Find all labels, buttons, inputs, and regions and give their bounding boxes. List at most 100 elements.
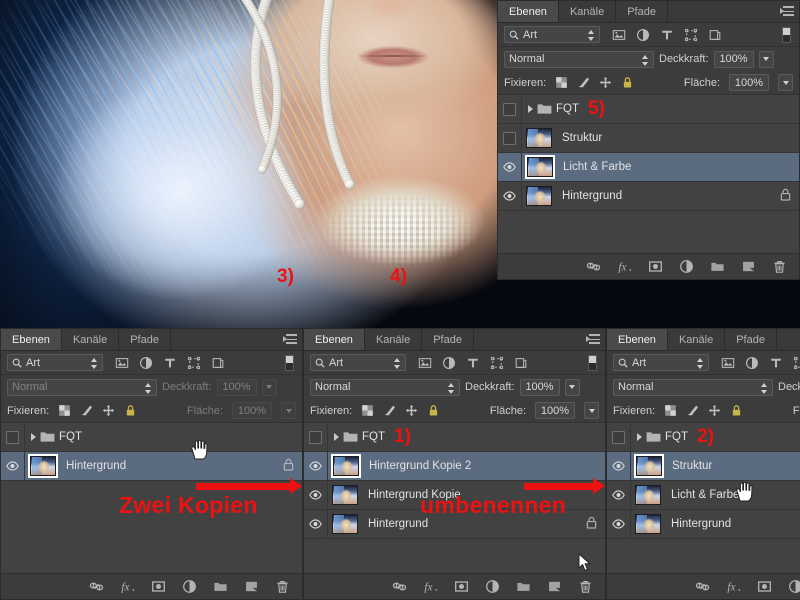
- tab-pfade[interactable]: Pfade: [119, 329, 171, 350]
- layer-thumbnail[interactable]: [332, 514, 358, 534]
- eye-visibility-icon[interactable]: [309, 490, 322, 500]
- lock-all-icon[interactable]: [427, 404, 440, 417]
- lock-all-icon[interactable]: [621, 76, 634, 89]
- eye-visibility-icon[interactable]: [6, 461, 19, 471]
- layer-filter-row[interactable]: Art: [607, 351, 800, 375]
- delete-layer-icon[interactable]: [275, 579, 290, 594]
- filter-kind-stepper[interactable]: [697, 358, 704, 369]
- group-expand-twisty[interactable]: [334, 433, 339, 441]
- eye-visibility-icon[interactable]: [309, 519, 322, 529]
- pixel-layer-icon[interactable]: [721, 356, 735, 370]
- lock-all-icon[interactable]: [124, 404, 137, 417]
- filter-type-icons[interactable]: [612, 28, 722, 42]
- opacity-value[interactable]: 100%: [216, 378, 257, 396]
- layer-visibility-cell[interactable]: [304, 481, 328, 509]
- panel-tabbar[interactable]: Ebenen Kanäle Pfade: [1, 329, 302, 351]
- panel-menu-icon[interactable]: [780, 6, 794, 17]
- panel-tabbar[interactable]: Ebenen Kanäle Pfade: [607, 329, 800, 351]
- panel-tabbar[interactable]: Ebenen Kanäle Pfade: [304, 329, 605, 351]
- layer-visibility-cell[interactable]: [607, 452, 631, 480]
- layer-mask-icon[interactable]: [757, 579, 772, 594]
- layer-row[interactable]: Struktur: [498, 124, 799, 153]
- layer-row[interactable]: Licht & Farbe: [607, 481, 800, 510]
- fill-dropdown-button[interactable]: [778, 74, 793, 91]
- layer-thumbnail[interactable]: [526, 186, 552, 206]
- filter-enable-toggle[interactable]: [782, 26, 791, 43]
- lock-transparency-icon[interactable]: [555, 76, 568, 89]
- layer-list[interactable]: FQT 1) Hintergrund Kopie 2 Hintergrund Kopi…: [304, 423, 605, 539]
- layer-style-fx-icon[interactable]: fx: [617, 259, 632, 274]
- smart-object-icon[interactable]: [514, 356, 528, 370]
- layer-thumbnail[interactable]: [527, 157, 553, 177]
- lock-image-icon[interactable]: [80, 404, 93, 417]
- lock-transparency-icon[interactable]: [664, 404, 677, 417]
- group-expand-twisty[interactable]: [528, 105, 533, 113]
- layer-visibility-cell[interactable]: [304, 423, 328, 451]
- eye-visibility-icon[interactable]: [503, 162, 516, 172]
- tab-kanaele[interactable]: Kanäle: [364, 329, 423, 350]
- fill-dropdown-button[interactable]: [584, 402, 599, 419]
- lock-transparency-icon[interactable]: [361, 404, 374, 417]
- blend-mode-stepper[interactable]: [145, 382, 152, 394]
- tab-kanaele[interactable]: Kanäle: [558, 1, 617, 22]
- fill-value[interactable]: 100%: [535, 402, 575, 419]
- pixel-layer-icon[interactable]: [612, 28, 626, 42]
- link-layers-icon[interactable]: [392, 579, 407, 594]
- layer-filter-row[interactable]: Art: [498, 23, 799, 47]
- adjustment-layer-icon[interactable]: [485, 579, 500, 594]
- eye-visibility-empty[interactable]: [612, 430, 625, 444]
- lock-transparency-icon[interactable]: [58, 404, 71, 417]
- filter-type-icons[interactable]: [115, 356, 225, 370]
- lock-position-icon[interactable]: [599, 76, 612, 89]
- lock-position-icon[interactable]: [708, 404, 721, 417]
- layer-visibility-cell[interactable]: [607, 481, 631, 509]
- lock-all-icon[interactable]: [730, 404, 743, 417]
- opacity-value[interactable]: 100%: [519, 378, 560, 396]
- layer-visibility-cell[interactable]: [498, 182, 522, 210]
- opacity-dropdown-button[interactable]: [758, 50, 774, 68]
- type-layer-icon[interactable]: [660, 28, 674, 42]
- layer-row[interactable]: Hintergrund: [1, 452, 302, 481]
- adjustment-layer-icon[interactable]: [636, 28, 650, 42]
- eye-visibility-icon[interactable]: [612, 519, 625, 529]
- layers-panel-bottom-middle[interactable]: Ebenen Kanäle Pfade Art Normal Deckkraft:…: [303, 328, 606, 600]
- lock-fill-row[interactable]: Fixieren:Fläche:100%: [607, 399, 800, 423]
- layer-visibility-cell[interactable]: [607, 423, 631, 451]
- tab-ebenen[interactable]: Ebenen: [304, 329, 365, 350]
- lock-fill-row[interactable]: Fixieren:Fläche:100%: [304, 399, 605, 423]
- tab-ebenen[interactable]: Ebenen: [607, 329, 668, 350]
- layer-style-fx-icon[interactable]: fx: [423, 579, 438, 594]
- layer-row[interactable]: Hintergrund: [607, 510, 800, 539]
- filter-type-icons[interactable]: [721, 356, 800, 370]
- blend-mode-select[interactable]: Normal: [7, 378, 157, 396]
- layer-list[interactable]: FQT Hintergrund: [1, 423, 302, 481]
- delete-layer-icon[interactable]: [772, 259, 787, 274]
- layer-visibility-cell[interactable]: [607, 510, 631, 538]
- blend-opacity-row[interactable]: Normal Deckkraft: 100%: [498, 47, 799, 71]
- smart-object-icon[interactable]: [708, 28, 722, 42]
- layer-filter-row[interactable]: Art: [1, 351, 302, 375]
- layer-visibility-cell[interactable]: [1, 452, 25, 480]
- group-expand-twisty[interactable]: [31, 433, 36, 441]
- adjustment-layer-icon[interactable]: [788, 579, 800, 594]
- fill-value[interactable]: 100%: [232, 402, 272, 419]
- adjustment-layer-icon[interactable]: [679, 259, 694, 274]
- fill-dropdown-button[interactable]: [281, 402, 296, 419]
- eye-visibility-icon[interactable]: [503, 191, 516, 201]
- tab-kanaele[interactable]: Kanäle: [667, 329, 726, 350]
- layers-panel-footer[interactable]: fx: [498, 253, 799, 279]
- new-group-icon[interactable]: [710, 259, 725, 274]
- layer-row[interactable]: FQT 5): [498, 95, 799, 124]
- layer-mask-icon[interactable]: [151, 579, 166, 594]
- eye-visibility-empty[interactable]: [309, 430, 322, 444]
- layer-thumbnail[interactable]: [635, 485, 661, 505]
- opacity-dropdown-button[interactable]: [261, 378, 277, 396]
- blend-mode-stepper[interactable]: [642, 54, 649, 66]
- layers-panel-footer[interactable]: fx: [1, 573, 302, 599]
- tab-pfade[interactable]: Pfade: [725, 329, 777, 350]
- layer-visibility-cell[interactable]: [304, 510, 328, 538]
- new-group-icon[interactable]: [516, 579, 531, 594]
- layer-filter-row[interactable]: Art: [304, 351, 605, 375]
- shape-layer-icon[interactable]: [490, 356, 504, 370]
- layer-row[interactable]: Struktur: [607, 452, 800, 481]
